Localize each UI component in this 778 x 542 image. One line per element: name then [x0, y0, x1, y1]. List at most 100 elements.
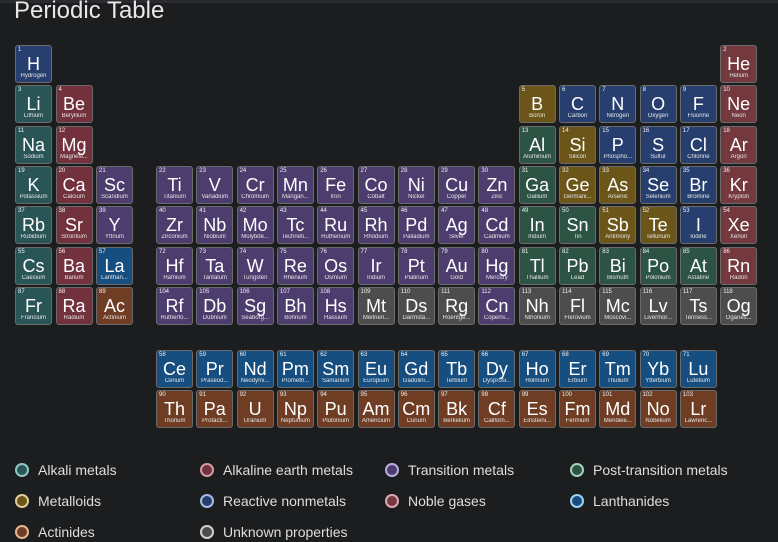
element-tile-cs[interactable]: 55 Cs Caesium	[15, 246, 52, 285]
element-tile-rn[interactable]: 86 Rn Radon	[720, 246, 758, 285]
element-tile-o[interactable]: 8 O Oxygen	[639, 85, 677, 124]
element-tile-sn[interactable]: 50 Sn Tin	[559, 206, 596, 245]
element-tile-cm[interactable]: 96 Cm Curium	[397, 390, 435, 428]
element-tile-ts[interactable]: 117 Ts Tenness...	[679, 286, 717, 325]
element-tile-at[interactable]: 85 At Astatine	[679, 246, 717, 285]
element-tile-np[interactable]: 93 Np Neptunium	[276, 390, 314, 428]
element-tile-mo[interactable]: 42 Mo Molybde...	[236, 206, 274, 245]
element-tile-br[interactable]: 35 Br Bromine	[679, 165, 717, 204]
element-tile-md[interactable]: 101 Md Mendele...	[599, 390, 637, 428]
element-tile-ce[interactable]: 58 Ce Cerium	[156, 350, 193, 388]
element-tile-rh[interactable]: 45 Rh Rhodium	[357, 206, 395, 245]
element-tile-b[interactable]: 5 B Boron	[518, 85, 556, 124]
element-tile-rf[interactable]: 104 Rf Rutherfo...	[156, 286, 193, 325]
element-tile-ti[interactable]: 22 Ti Titanium	[156, 165, 193, 204]
element-tile-dy[interactable]: 66 Dy Dysprosi...	[478, 350, 516, 388]
element-tile-pa[interactable]: 91 Pa Protacti...	[196, 390, 234, 428]
element-tile-mg[interactable]: 12 Mg Magnesi...	[55, 125, 93, 164]
element-tile-s[interactable]: 16 S Sulfur	[639, 125, 677, 164]
element-tile-sr[interactable]: 38 Sr Strontium	[55, 206, 93, 245]
element-tile-fl[interactable]: 114 Fl Flerovium	[559, 286, 596, 325]
element-tile-pb[interactable]: 82 Pb Lead	[559, 246, 596, 285]
element-tile-zr[interactable]: 40 Zr Zirconium	[156, 206, 193, 245]
element-tile-au[interactable]: 79 Au Gold	[438, 246, 476, 285]
element-tile-hs[interactable]: 108 Hs Hassium	[317, 286, 355, 325]
element-tile-ba[interactable]: 56 Ba Barium	[55, 246, 93, 285]
element-tile-rg[interactable]: 111 Rg Roentge...	[438, 286, 476, 325]
element-tile-cu[interactable]: 29 Cu Copper	[438, 165, 476, 204]
element-tile-he[interactable]: 2 He Helium	[720, 45, 758, 83]
element-tile-na[interactable]: 11 Na Sodium	[15, 125, 52, 164]
element-tile-gd[interactable]: 64 Gd Gadolini...	[397, 350, 435, 388]
element-tile-no[interactable]: 102 No Nobelium	[639, 390, 677, 428]
element-tile-se[interactable]: 34 Se Selenium	[639, 165, 677, 204]
element-tile-pr[interactable]: 59 Pr Praseod...	[196, 350, 234, 388]
element-tile-kr[interactable]: 36 Kr Krypton	[720, 165, 758, 204]
element-tile-ge[interactable]: 32 Ge Germani...	[559, 165, 596, 204]
element-tile-sm[interactable]: 62 Sm Samarium	[317, 350, 355, 388]
element-tile-lr[interactable]: 103 Lr Lawrenc...	[679, 390, 717, 428]
element-tile-fr[interactable]: 87 Fr Francium	[15, 286, 52, 325]
element-tile-i[interactable]: 53 I Iodine	[679, 206, 717, 245]
element-tile-re[interactable]: 75 Re Rhenium	[276, 246, 314, 285]
element-tile-be[interactable]: 4 Be Beryllium	[55, 85, 93, 124]
element-tile-nd[interactable]: 60 Nd Neodymi...	[236, 350, 274, 388]
element-tile-ga[interactable]: 31 Ga Gallium	[518, 165, 556, 204]
element-tile-ac[interactable]: 89 Ac Actinium	[96, 286, 133, 325]
element-tile-sb[interactable]: 51 Sb Antimony	[599, 206, 637, 245]
element-tile-os[interactable]: 76 Os Osmium	[317, 246, 355, 285]
element-tile-p[interactable]: 15 P Phospho...	[599, 125, 637, 164]
element-tile-ar[interactable]: 18 Ar Argon	[720, 125, 758, 164]
element-tile-xe[interactable]: 54 Xe Xenon	[720, 206, 758, 245]
element-tile-ag[interactable]: 47 Ag Silver	[438, 206, 476, 245]
element-tile-po[interactable]: 84 Po Polonium	[639, 246, 677, 285]
element-tile-te[interactable]: 52 Te Tellurium	[639, 206, 677, 245]
legend-item-alkali[interactable]: Alkali metals	[15, 460, 117, 480]
element-tile-nh[interactable]: 113 Nh Nihonium	[518, 286, 556, 325]
element-tile-mn[interactable]: 25 Mn Mangan...	[276, 165, 314, 204]
element-tile-k[interactable]: 19 K Potassium	[15, 165, 52, 204]
element-tile-cd[interactable]: 48 Cd Cadmium	[478, 206, 516, 245]
element-tile-cr[interactable]: 24 Cr Chromium	[236, 165, 274, 204]
legend-item-transition[interactable]: Transition metals	[385, 460, 514, 480]
element-tile-ho[interactable]: 67 Ho Holmium	[518, 350, 556, 388]
element-tile-sg[interactable]: 106 Sg Seaborg...	[236, 286, 274, 325]
element-tile-y[interactable]: 39 Y Yttrium	[96, 206, 133, 245]
element-tile-ta[interactable]: 73 Ta Tantalum	[196, 246, 234, 285]
element-tile-f[interactable]: 9 F Fluorine	[679, 85, 717, 124]
legend-item-post[interactable]: Post-transition metals	[570, 460, 728, 480]
element-tile-es[interactable]: 99 Es Einsteini...	[518, 390, 556, 428]
legend-item-alkaline[interactable]: Alkaline earth metals	[200, 460, 353, 480]
element-tile-ru[interactable]: 44 Ru Ruthenium	[317, 206, 355, 245]
element-tile-rb[interactable]: 37 Rb Rubidium	[15, 206, 52, 245]
element-tile-w[interactable]: 74 W Tungsten	[236, 246, 274, 285]
element-tile-n[interactable]: 7 N Nitrogen	[599, 85, 637, 124]
element-tile-ra[interactable]: 88 Ra Radium	[55, 286, 93, 325]
legend-item-metalloid[interactable]: Metalloids	[15, 491, 101, 511]
legend-item-nonmetal[interactable]: Reactive nonmetals	[200, 491, 346, 511]
element-tile-sc[interactable]: 21 Sc Scandium	[96, 165, 133, 204]
element-tile-pm[interactable]: 61 Pm Prometh...	[276, 350, 314, 388]
element-tile-pd[interactable]: 46 Pd Palladium	[397, 206, 435, 245]
element-tile-eu[interactable]: 63 Eu Europium	[357, 350, 395, 388]
element-tile-bi[interactable]: 83 Bi Bismuth	[599, 246, 637, 285]
element-tile-lv[interactable]: 116 Lv Livermor...	[639, 286, 677, 325]
element-tile-as[interactable]: 33 As Arsenic	[599, 165, 637, 204]
element-tile-hf[interactable]: 72 Hf Hafnium	[156, 246, 193, 285]
element-tile-ni[interactable]: 28 Ni Nickel	[397, 165, 435, 204]
element-tile-yb[interactable]: 70 Yb Ytterbium	[639, 350, 677, 388]
element-tile-al[interactable]: 13 Al Aluminium	[518, 125, 556, 164]
legend-item-actinide[interactable]: Actinides	[15, 522, 95, 542]
element-tile-og[interactable]: 118 Og Oganes...	[720, 286, 758, 325]
element-tile-mc[interactable]: 115 Mc Moscovi...	[599, 286, 637, 325]
element-tile-zn[interactable]: 30 Zn Zinc	[478, 165, 516, 204]
element-tile-cn[interactable]: 112 Cn Coperni...	[478, 286, 516, 325]
element-tile-u[interactable]: 92 U Uranium	[236, 390, 274, 428]
element-tile-ds[interactable]: 110 Ds Darmsta...	[397, 286, 435, 325]
element-tile-ca[interactable]: 20 Ca Calcium	[55, 165, 93, 204]
element-tile-fe[interactable]: 26 Fe Iron	[317, 165, 355, 204]
element-tile-hg[interactable]: 80 Hg Mercury	[478, 246, 516, 285]
legend-item-noble[interactable]: Noble gases	[385, 491, 486, 511]
element-tile-pu[interactable]: 94 Pu Plutonium	[317, 390, 355, 428]
element-tile-si[interactable]: 14 Si Silicon	[559, 125, 596, 164]
